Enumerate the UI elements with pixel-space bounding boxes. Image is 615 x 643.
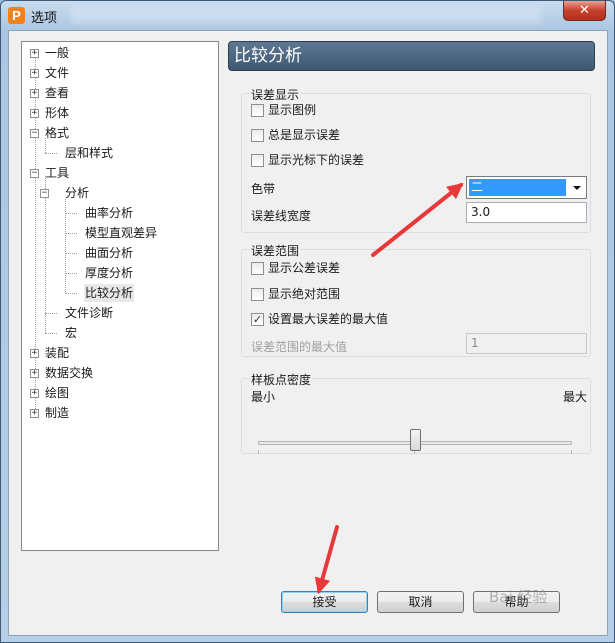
max-range-input[interactable]: 1 bbox=[466, 333, 587, 354]
error-line-width-label: 误差线宽度 bbox=[251, 209, 312, 223]
collapse-minus-icon[interactable]: − bbox=[30, 129, 39, 138]
tree-item-general[interactable]: + 一般 bbox=[22, 44, 218, 62]
density-min-label: 最小 bbox=[251, 390, 276, 404]
sample-density-group: 样板点密度 最小 最大 bbox=[241, 371, 591, 454]
expand-plus-icon[interactable]: + bbox=[30, 369, 39, 378]
expand-plus-icon[interactable]: + bbox=[30, 389, 39, 398]
tree-item-view[interactable]: + 查看 bbox=[22, 84, 218, 102]
error-range-group: 误差范围 显示公差误差 显示绝对范围 ✓ 设置最大误差的最大值 误差范围的最大值… bbox=[241, 242, 591, 357]
tree-item-comparison-analysis[interactable]: 比较分析 bbox=[22, 284, 218, 302]
accept-button[interactable]: 接受 bbox=[281, 591, 368, 613]
checkbox-label: 设置最大误差的最大值 bbox=[268, 312, 389, 326]
check-icon[interactable]: ✓ bbox=[251, 313, 264, 326]
tree-item-analysis[interactable]: − 分析 bbox=[22, 184, 218, 202]
tree-item-macro[interactable]: 宏 bbox=[22, 324, 218, 342]
collapse-minus-icon[interactable]: − bbox=[30, 169, 39, 178]
checkbox-box[interactable] bbox=[251, 288, 264, 301]
panel-title: 比较分析 bbox=[228, 41, 595, 71]
tree-item-label: 绘图 bbox=[45, 386, 70, 400]
tree-item-format[interactable]: − 格式 bbox=[22, 124, 218, 142]
tree-item-file[interactable]: + 文件 bbox=[22, 64, 218, 82]
tree-item-label: 曲率分析 bbox=[85, 206, 134, 220]
tree-item-label: 层和样式 bbox=[65, 146, 114, 160]
checkbox-box[interactable] bbox=[251, 104, 264, 117]
tree-item-body[interactable]: + 形体 bbox=[22, 104, 218, 122]
group-title: 误差范围 bbox=[250, 242, 301, 259]
window-title: 选项 bbox=[31, 11, 58, 26]
tree-item-label: 比较分析 bbox=[84, 284, 135, 302]
close-icon[interactable]: ✕ bbox=[563, 1, 606, 21]
expand-plus-icon[interactable]: + bbox=[30, 89, 39, 98]
tree-item-label: 宏 bbox=[65, 326, 78, 340]
tree-item-surface-analysis[interactable]: 曲面分析 bbox=[22, 244, 218, 262]
chevron-down-icon[interactable] bbox=[573, 186, 581, 190]
tree-item-label: 文件 bbox=[45, 66, 70, 80]
title-bar[interactable]: P 选项 ✕ bbox=[1, 1, 614, 30]
color-band-value: 二 bbox=[469, 179, 566, 196]
checkbox-box[interactable] bbox=[251, 154, 264, 167]
tree-item-label: 形体 bbox=[45, 106, 70, 120]
tree-item-manufacturing[interactable]: + 制造 bbox=[22, 404, 218, 422]
checkbox-label: 显示绝对范围 bbox=[268, 287, 341, 301]
tree-item-drawing[interactable]: + 绘图 bbox=[22, 384, 218, 402]
checkbox-box[interactable] bbox=[251, 129, 264, 142]
tree-item-label: 分析 bbox=[65, 186, 90, 200]
checkbox-label: 显示公差误差 bbox=[268, 261, 341, 275]
tree-item-label: 制造 bbox=[45, 406, 70, 420]
tree-item-label: 模型直观差异 bbox=[85, 226, 158, 240]
tree-item-label: 厚度分析 bbox=[85, 266, 134, 280]
checkbox-box[interactable] bbox=[251, 262, 264, 275]
checkbox-label: 总是显示误差 bbox=[268, 128, 341, 142]
slider-tick bbox=[571, 450, 572, 454]
group-title: 误差显示 bbox=[250, 86, 301, 103]
tree-item-thickness-analysis[interactable]: 厚度分析 bbox=[22, 264, 218, 282]
tree-item-curvature-analysis[interactable]: 曲率分析 bbox=[22, 204, 218, 222]
tree-item-tools[interactable]: − 工具 bbox=[22, 164, 218, 182]
app-logo-icon: P bbox=[8, 7, 25, 24]
color-band-dropdown[interactable]: 二 bbox=[466, 176, 587, 199]
tree-item-label: 查看 bbox=[45, 86, 70, 100]
tree-item-assembly[interactable]: + 装配 bbox=[22, 344, 218, 362]
error-display-group: 误差显示 显示图例 总是显示误差 显示光标下的误差 色带 二 误差线宽度 3.0 bbox=[241, 86, 591, 233]
tree-item-label: 一般 bbox=[45, 46, 70, 60]
tree-item-layers-styles[interactable]: 层和样式 bbox=[22, 144, 218, 162]
tree-item-data-exchange[interactable]: + 数据交换 bbox=[22, 364, 218, 382]
tree-item-model-visual-diff[interactable]: 模型直观差异 bbox=[22, 224, 218, 242]
max-range-label: 误差范围的最大值 bbox=[251, 340, 348, 354]
tree-item-label: 文件诊断 bbox=[65, 306, 114, 320]
collapse-minus-icon[interactable]: − bbox=[40, 189, 49, 198]
group-title: 样板点密度 bbox=[250, 371, 313, 388]
expand-plus-icon[interactable]: + bbox=[30, 349, 39, 358]
density-max-label: 最大 bbox=[562, 390, 587, 404]
cancel-button[interactable]: 取消 bbox=[377, 591, 464, 613]
color-band-label: 色带 bbox=[251, 182, 276, 196]
tree-item-label: 曲面分析 bbox=[85, 246, 134, 260]
options-dialog: P 选项 ✕ + 一般 + 文件 + 查看 + 形体 − 格式 层和样式 − 工… bbox=[0, 0, 615, 643]
tree-item-label: 格式 bbox=[45, 126, 70, 140]
options-tree[interactable]: + 一般 + 文件 + 查看 + 形体 − 格式 层和样式 − 工具 − 分析 … bbox=[21, 41, 219, 551]
tree-item-label: 装配 bbox=[45, 346, 70, 360]
tree-item-label: 工具 bbox=[45, 166, 70, 180]
expand-plus-icon[interactable]: + bbox=[30, 109, 39, 118]
slider-tick bbox=[258, 450, 259, 454]
dialog-client-area: + 一般 + 文件 + 查看 + 形体 − 格式 层和样式 − 工具 − 分析 … bbox=[8, 30, 608, 636]
watermark: Bai 经验 bbox=[489, 588, 548, 606]
expand-plus-icon[interactable]: + bbox=[30, 69, 39, 78]
checkbox-label: 显示光标下的误差 bbox=[268, 153, 365, 167]
expand-plus-icon[interactable]: + bbox=[30, 49, 39, 58]
error-line-width-input[interactable]: 3.0 bbox=[466, 202, 587, 223]
tree-item-file-diagnostics[interactable]: 文件诊断 bbox=[22, 304, 218, 322]
checkbox-label: 显示图例 bbox=[268, 103, 317, 117]
density-slider-thumb[interactable] bbox=[409, 429, 421, 451]
title-bar-blur bbox=[71, 7, 541, 24]
tree-item-label: 数据交换 bbox=[45, 366, 94, 380]
expand-plus-icon[interactable]: + bbox=[30, 409, 39, 418]
